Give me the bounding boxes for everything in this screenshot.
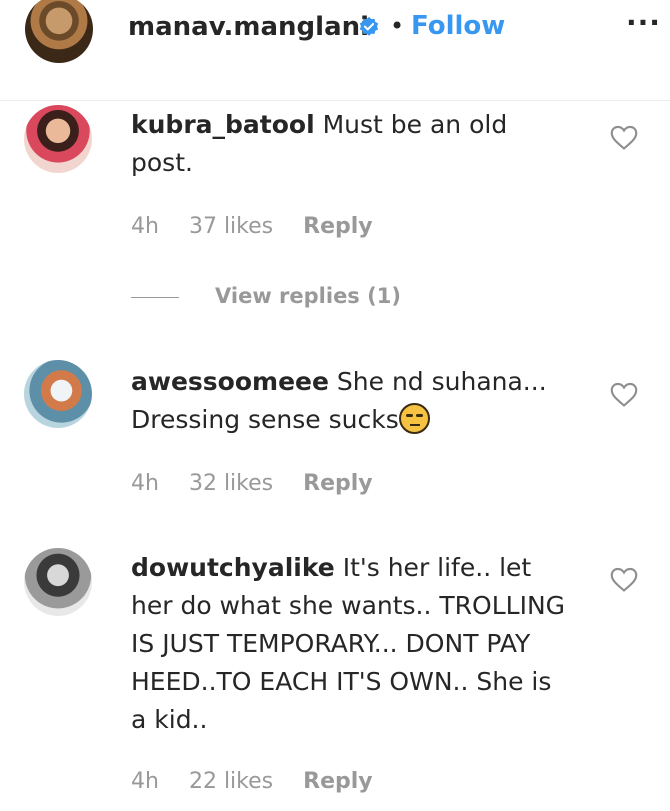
- view-replies-button[interactable]: View replies (1): [215, 284, 401, 308]
- comment-time: 4h: [131, 471, 159, 496]
- comment-text: dowutchyalike It's her life.. let her do…: [131, 549, 571, 739]
- comment-username[interactable]: dowutchyalike: [131, 553, 335, 582]
- reply-button[interactable]: Reply: [303, 471, 373, 496]
- more-options-icon[interactable]: ···: [626, 6, 661, 39]
- heart-icon[interactable]: [610, 382, 638, 408]
- post-header: manav.manglani • Follow ···: [0, 0, 670, 101]
- comment-meta: 4h 32 likes Reply: [131, 471, 403, 496]
- view-replies: View replies (1): [131, 284, 401, 308]
- comment-likes[interactable]: 32 likes: [189, 471, 273, 496]
- avatar[interactable]: [24, 105, 92, 173]
- verified-badge-icon: [359, 16, 379, 36]
- comment-time: 4h: [131, 214, 159, 239]
- follow-button[interactable]: Follow: [411, 11, 505, 41]
- reply-button[interactable]: Reply: [303, 214, 373, 239]
- comment-username[interactable]: awessoomeee: [131, 367, 329, 396]
- comment-likes[interactable]: 22 likes: [189, 769, 273, 794]
- view-replies-divider: [131, 296, 179, 298]
- unamused-face-emoji: [398, 403, 430, 434]
- heart-icon[interactable]: [610, 567, 638, 593]
- comment-text: kubra_batool Must be an old post.: [131, 106, 571, 182]
- heart-icon[interactable]: [610, 125, 638, 151]
- comment-time: 4h: [131, 769, 159, 794]
- avatar[interactable]: [24, 360, 92, 428]
- comment-meta: 4h 37 likes Reply: [131, 214, 403, 239]
- comment-meta: 4h 22 likes Reply: [131, 769, 403, 794]
- post-author-username[interactable]: manav.manglani: [128, 12, 369, 42]
- comment-text: awessoomeee She nd suhana... Dressing se…: [131, 363, 571, 439]
- comment-username[interactable]: kubra_batool: [131, 110, 315, 139]
- avatar[interactable]: [24, 548, 92, 616]
- separator-dot: •: [390, 12, 405, 40]
- avatar[interactable]: [25, 0, 93, 63]
- reply-button[interactable]: Reply: [303, 769, 373, 794]
- comment-likes[interactable]: 37 likes: [189, 214, 273, 239]
